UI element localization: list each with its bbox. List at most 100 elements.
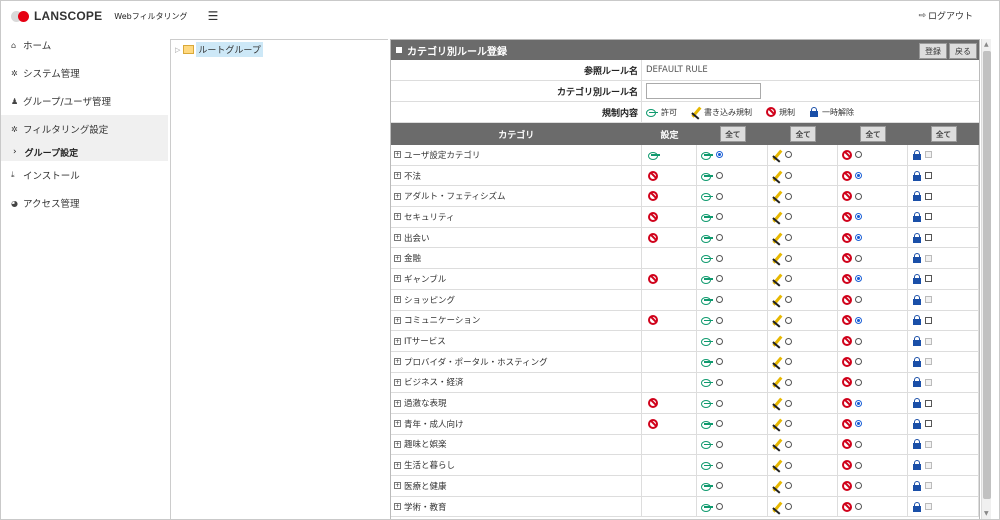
scroll-thumb[interactable] (983, 51, 991, 499)
expand-plus-icon[interactable]: + (394, 440, 401, 448)
expand-arrow-icon[interactable]: ▷ (175, 46, 180, 54)
scroll-up-icon[interactable]: ▲ (984, 41, 989, 48)
radio-block[interactable] (855, 192, 863, 200)
radio-write[interactable] (785, 378, 793, 386)
radio-write[interactable] (785, 399, 793, 407)
expand-plus-icon[interactable]: + (394, 234, 401, 242)
radio-write[interactable] (785, 482, 793, 490)
radio-block[interactable] (855, 378, 863, 386)
radio-block[interactable] (855, 234, 863, 242)
radio-block[interactable] (855, 399, 863, 407)
radio-block[interactable] (855, 213, 863, 221)
back-button[interactable]: 戻る (949, 43, 977, 59)
radio-write[interactable] (785, 234, 793, 242)
radio-write[interactable] (785, 461, 793, 469)
expand-plus-icon[interactable]: + (394, 151, 401, 159)
expand-plus-icon[interactable]: + (394, 358, 401, 366)
expand-plus-icon[interactable]: + (394, 172, 401, 180)
radio-allow[interactable] (716, 420, 724, 428)
expand-plus-icon[interactable]: + (394, 461, 401, 469)
radio-write[interactable] (785, 420, 793, 428)
expand-plus-icon[interactable]: + (394, 337, 401, 345)
expand-plus-icon[interactable]: + (394, 296, 401, 304)
sidebar-item-system[interactable]: ✲ システム管理 (1, 59, 168, 87)
lanscope-logo[interactable]: LANSCOPE (11, 9, 102, 23)
all-allow-button[interactable]: 全て (719, 126, 746, 142)
radio-allow[interactable] (716, 316, 724, 324)
radio-allow[interactable] (716, 172, 724, 180)
radio-write[interactable] (785, 192, 793, 200)
unlock-checkbox[interactable] (925, 234, 933, 242)
sidebar-item-groups-users[interactable]: ♟ グループ/ユーザ管理 (1, 87, 168, 115)
radio-allow[interactable] (716, 213, 724, 221)
radio-block[interactable] (855, 296, 863, 304)
radio-block[interactable] (855, 358, 863, 366)
expand-plus-icon[interactable]: + (394, 316, 401, 324)
all-unlock-button[interactable]: 全て (930, 126, 957, 142)
radio-write[interactable] (785, 254, 793, 262)
unlock-checkbox[interactable] (925, 420, 933, 428)
radio-block[interactable] (855, 172, 863, 180)
radio-allow[interactable] (716, 378, 724, 386)
radio-write[interactable] (785, 296, 793, 304)
radio-block[interactable] (855, 482, 863, 490)
unlock-checkbox[interactable] (925, 399, 933, 407)
unlock-checkbox[interactable] (925, 316, 933, 324)
radio-write[interactable] (785, 213, 793, 221)
unlock-checkbox[interactable] (925, 192, 933, 200)
register-button[interactable]: 登録 (919, 43, 947, 59)
radio-block[interactable] (855, 316, 863, 324)
radio-write[interactable] (785, 440, 793, 448)
expand-plus-icon[interactable]: + (394, 213, 401, 221)
all-block-button[interactable]: 全て (860, 126, 887, 142)
scroll-down-icon[interactable]: ▼ (984, 510, 989, 517)
hamburger-menu-icon[interactable]: ☰ (208, 9, 219, 23)
expand-plus-icon[interactable]: + (394, 503, 401, 511)
radio-allow[interactable] (716, 275, 724, 283)
scrollbar[interactable]: ▲ ▼ (981, 39, 991, 519)
radio-write[interactable] (785, 358, 793, 366)
radio-allow[interactable] (716, 192, 724, 200)
radio-block[interactable] (855, 461, 863, 469)
sidebar-item-access[interactable]: ◕ アクセス管理 (1, 189, 168, 217)
radio-block[interactable] (855, 275, 863, 283)
radio-block[interactable] (855, 151, 863, 159)
sidebar-item-install[interactable]: ⤓ インストール (1, 161, 168, 189)
radio-write[interactable] (785, 275, 793, 283)
radio-block[interactable] (855, 254, 863, 262)
radio-allow[interactable] (716, 358, 724, 366)
radio-block[interactable] (855, 337, 863, 345)
radio-block[interactable] (855, 420, 863, 428)
radio-allow[interactable] (716, 399, 724, 407)
sidebar-subitem-group-settings[interactable]: › グループ設定 (1, 143, 168, 161)
radio-write[interactable] (785, 151, 793, 159)
unlock-checkbox[interactable] (925, 172, 933, 180)
radio-block[interactable] (855, 440, 863, 448)
all-write-button[interactable]: 全て (790, 126, 817, 142)
expand-plus-icon[interactable]: + (394, 275, 401, 283)
radio-allow[interactable] (716, 151, 724, 159)
radio-write[interactable] (785, 172, 793, 180)
radio-write[interactable] (785, 316, 793, 324)
radio-allow[interactable] (716, 337, 724, 345)
expand-plus-icon[interactable]: + (394, 254, 401, 262)
radio-allow[interactable] (716, 461, 724, 469)
radio-allow[interactable] (716, 482, 724, 490)
tree-node-root[interactable]: ▷ ルートグループ (175, 42, 263, 57)
radio-allow[interactable] (716, 234, 724, 242)
radio-write[interactable] (785, 503, 793, 511)
cat-rule-name-input[interactable] (646, 83, 761, 99)
expand-plus-icon[interactable]: + (394, 420, 401, 428)
expand-plus-icon[interactable]: + (394, 378, 401, 386)
radio-allow[interactable] (716, 254, 724, 262)
radio-allow[interactable] (716, 503, 724, 511)
sidebar-item-filtering[interactable]: ✲ フィルタリング設定 (1, 115, 168, 143)
unlock-checkbox[interactable] (925, 213, 933, 221)
tree-node-label[interactable]: ルートグループ (196, 42, 263, 57)
radio-block[interactable] (855, 503, 863, 511)
unlock-checkbox[interactable] (925, 275, 933, 283)
radio-write[interactable] (785, 337, 793, 345)
sidebar-item-home[interactable]: ⌂ ホーム (1, 31, 168, 59)
logout-link[interactable]: ⇨ ログアウト (918, 9, 973, 23)
expand-plus-icon[interactable]: + (394, 482, 401, 490)
